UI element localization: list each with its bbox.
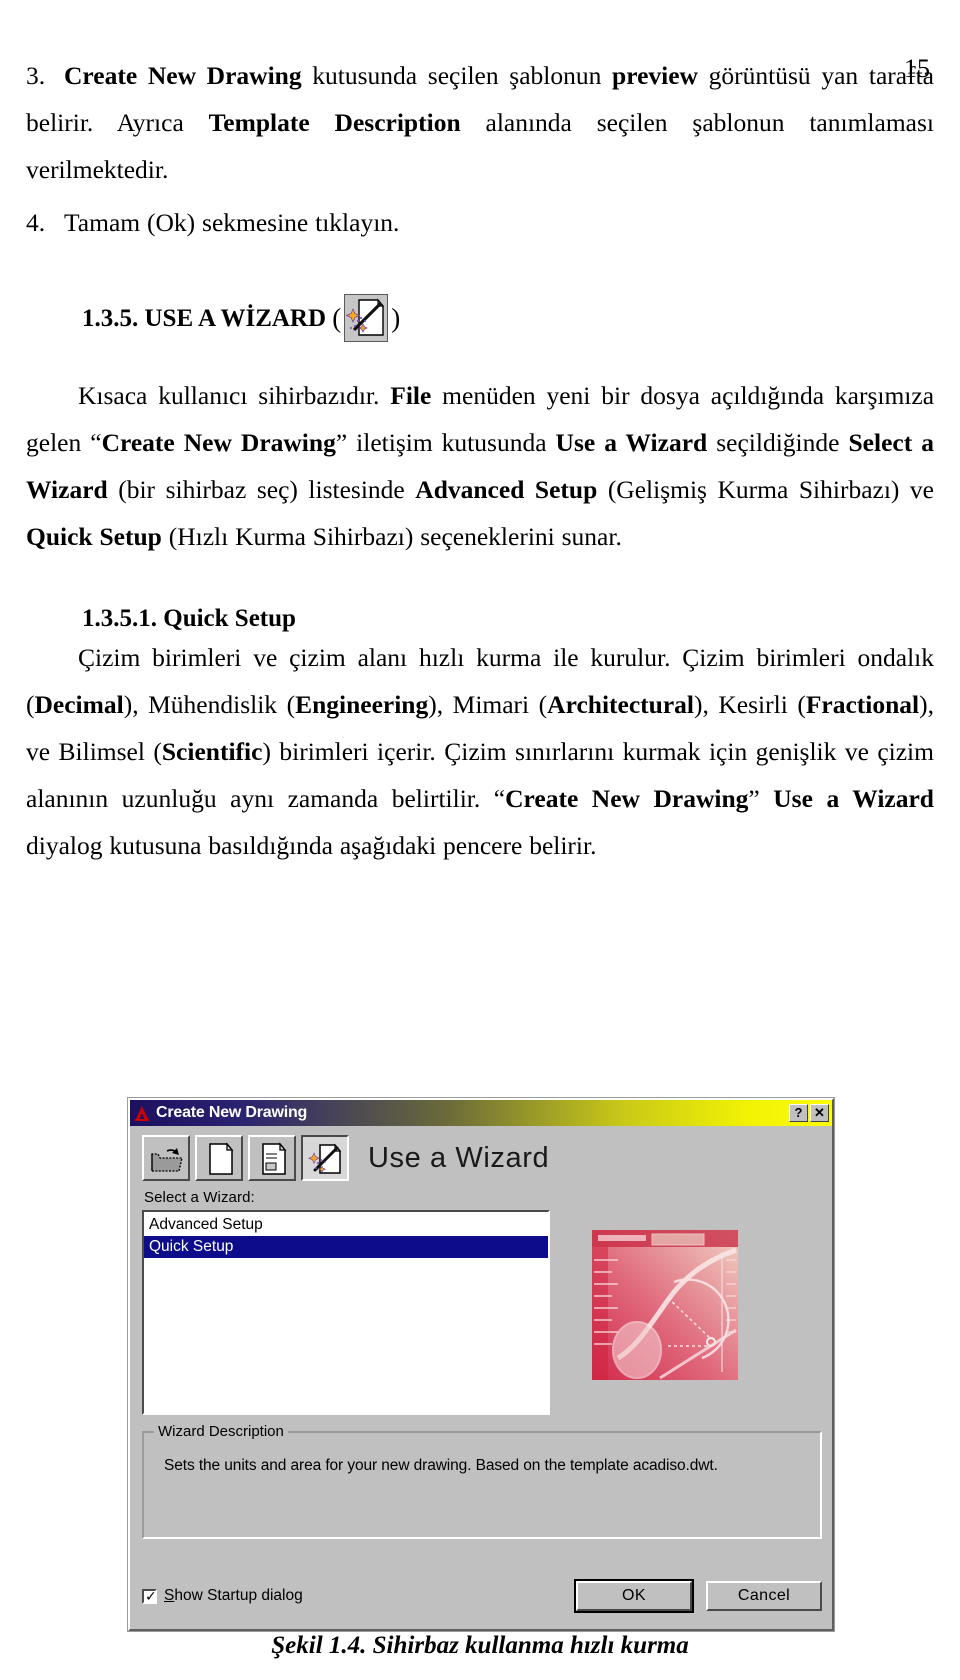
subheading-number: 1.3.5.1. (82, 605, 157, 632)
intro-bold-use-a-wizard: Use a Wizard (555, 428, 708, 457)
check-icon: ✓ (145, 1588, 157, 1605)
dialog-title: Create New Drawing (156, 1104, 308, 1121)
figure-caption: Şekil 1.4. Sihirbaz kullanma hızlı kurma (271, 1632, 689, 1659)
item-3-bold-preview: preview (612, 61, 698, 90)
heading-paren-close: ) (391, 302, 401, 333)
section-heading-use-a-wizard: 1.3.5. USE A WİZARD () (82, 294, 934, 342)
wizard-description-legend: Wizard Description (154, 1423, 288, 1440)
document-page: 15 3. Create New Drawing kutusunda seçile… (0, 52, 960, 1680)
ok-button[interactable]: OK (576, 1581, 692, 1611)
intro-bold-create-new-drawing: Create New Drawing (101, 428, 336, 457)
quick-s3: ), Mühendislik ( (123, 690, 296, 719)
wizard-page-icon (344, 294, 389, 342)
list-item[interactable]: Quick Setup (144, 1236, 548, 1258)
figure-create-new-drawing: Create New Drawing ? ✕ Use a Wizard Sele… (128, 1098, 834, 1631)
item-3-text-1: kutusunda seçilen şablonun (301, 61, 613, 90)
intro-s5: ” iletişim kutusunda (335, 428, 556, 457)
use-a-wizard-icon[interactable] (301, 1135, 349, 1181)
dialog-mode-title: Use a Wizard (368, 1141, 550, 1174)
dialog-button-group: OK Cancel (576, 1581, 822, 1611)
item-3-bold-template-description: Template Description (208, 108, 461, 137)
select-a-wizard-label: Select a Wizard: (144, 1189, 255, 1206)
item-3-marker: 3. (26, 61, 46, 90)
quick-s7: ), Kesirli ( (693, 690, 806, 719)
wizard-description-text: Sets the units and area for your new dra… (164, 1457, 718, 1474)
intro-paragraph: Kısaca kullanıcı sihirbazıdır. File menü… (26, 372, 934, 560)
quick-setup-paragraph: Çizim birimleri ve çizim alanı hızlı kur… (26, 634, 934, 869)
quick-s13: ” (748, 784, 774, 813)
item-4-text: Tamam (Ok) sekmesine tıklayın. (64, 208, 400, 237)
select-a-wizard-listbox[interactable]: Advanced Setup Quick Setup (142, 1210, 550, 1415)
document-body: 3. Create New Drawing kutusunda seçilen ş… (26, 52, 934, 869)
intro-s9: (bir sihirbaz seç) listesinde (107, 475, 416, 504)
item-4-marker: 4. (26, 208, 46, 237)
item-3-bold-create-new-drawing: Create New Drawing (64, 61, 302, 90)
quick-bold-architectural: Architectural (547, 690, 694, 719)
start-from-scratch-icon[interactable] (195, 1135, 243, 1181)
close-icon[interactable]: ✕ (810, 1104, 829, 1122)
wizard-preview-thumbnail (590, 1226, 740, 1386)
quick-bold-decimal: Decimal (34, 690, 124, 719)
intro-s1: Kısaca kullanıcı sihirbazıdır. (78, 381, 391, 410)
list-item-3: 3. Create New Drawing kutusunda seçilen ş… (26, 52, 934, 193)
quick-bold-fractional: Fractional (805, 690, 920, 719)
heading-number: 1.3.5. (82, 304, 139, 332)
open-drawing-icon[interactable] (142, 1135, 190, 1181)
wizard-description-group: Wizard Description Sets the units and ar… (142, 1423, 822, 1539)
quick-bold-create-new-drawing: Create New Drawing (505, 784, 749, 813)
label-rest: how Startup dialog (174, 1587, 303, 1604)
page-number: 15 (904, 54, 930, 83)
titlebar-button-group: ? ✕ (789, 1104, 830, 1122)
list-item[interactable]: Advanced Setup (144, 1214, 548, 1236)
cancel-button[interactable]: Cancel (706, 1581, 822, 1611)
subheading-title: Quick Setup (163, 605, 296, 632)
list-item-4: 4. Tamam (Ok) sekmesine tıklayın. (26, 199, 934, 246)
quick-bold-use-a-wizard: Use a Wizard (773, 784, 934, 813)
create-new-drawing-dialog: Create New Drawing ? ✕ Use a Wizard Sele… (128, 1098, 834, 1631)
intro-bold-file: File (390, 381, 432, 410)
dialog-mode-toolbar: Use a Wizard (142, 1135, 822, 1181)
intro-s13: (Hızlı Kurma Sihirbazı) seçeneklerini su… (161, 522, 622, 551)
quick-s15: diyalog kutusuna basıldığında aşağıdaki … (26, 831, 597, 860)
use-a-template-icon[interactable] (248, 1135, 296, 1181)
quick-bold-scientific: Scientific (161, 737, 263, 766)
intro-s11: (Gelişmiş Kurma Sihirbazı) ve (597, 475, 935, 504)
quick-s5: ), Mimari ( (428, 690, 548, 719)
help-button[interactable]: ? (789, 1104, 808, 1122)
intro-bold-quick-setup: Quick Setup (26, 522, 162, 551)
wizard-selection-row: Advanced Setup Quick Setup (142, 1210, 822, 1415)
section-heading-quick-setup: 1.3.5.1. Quick Setup (82, 604, 934, 634)
checkbox-box[interactable]: ✓ (142, 1588, 157, 1605)
heading-title: USE A WİZARD (144, 304, 327, 332)
dialog-body: Use a Wizard Select a Wizard: Advanced S… (130, 1126, 832, 1629)
intro-s7: seçildiğinde (707, 428, 849, 457)
accel-letter: S (164, 1587, 175, 1604)
dialog-footer: ✓ Show Startup dialog OK Cancel (142, 1581, 822, 1619)
dialog-titlebar[interactable]: Create New Drawing ? ✕ (130, 1100, 832, 1126)
show-startup-dialog-checkbox[interactable]: ✓ Show Startup dialog (142, 1587, 303, 1605)
autocad-logo-icon (133, 1104, 151, 1122)
quick-bold-engineering: Engineering (295, 690, 429, 719)
heading-paren-open: ( (332, 302, 342, 333)
intro-bold-advanced-setup: Advanced Setup (415, 475, 598, 504)
show-startup-dialog-label: Show Startup dialog (164, 1587, 303, 1605)
